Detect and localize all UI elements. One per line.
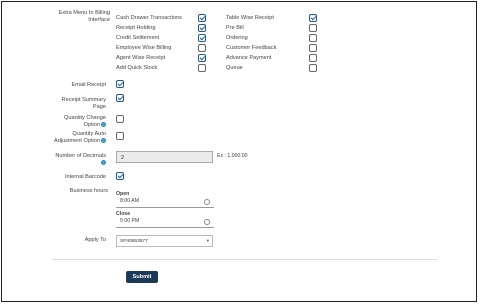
option-label: Employee Wise Billing xyxy=(116,45,172,51)
chevron-down-icon: ▾ xyxy=(206,238,209,243)
internal-barcode-label: Internal Barcode xyxy=(64,174,106,180)
open-time-input[interactable]: 8:00 AM xyxy=(116,196,213,207)
quantity-change-option-checkbox[interactable] xyxy=(116,115,124,123)
quantity-auto-adjustment-text: Quantity Auto Adjustment Option xyxy=(53,131,106,144)
option-label: Receipt Holding xyxy=(116,25,156,31)
option-checkbox[interactable] xyxy=(309,64,317,72)
internal-barcode-checkbox[interactable] xyxy=(116,172,124,180)
option-checkbox[interactable] xyxy=(309,44,317,52)
option-checkbox[interactable] xyxy=(198,24,206,32)
help-icon[interactable]: ? xyxy=(101,160,106,166)
quantity-auto-adjustment-label: Quantity Auto Adjustment Option? xyxy=(50,131,106,145)
submit-button[interactable]: Submit xyxy=(126,271,158,283)
open-time-underline xyxy=(116,207,214,208)
clock-icon[interactable] xyxy=(204,218,210,225)
extra-menu-label: Extra Menu In Billing Interface xyxy=(58,10,110,23)
close-time-underline xyxy=(116,227,214,228)
option-checkbox[interactable] xyxy=(309,54,317,62)
number-of-decimals-label: Number of Decimals? xyxy=(50,153,106,167)
option-checkbox[interactable] xyxy=(309,24,317,32)
section-divider xyxy=(52,259,437,260)
quantity-change-option-label: Quantity Change Option? xyxy=(50,115,106,129)
option-label: Cash Drawer Transactions xyxy=(116,15,182,21)
option-label: Advance Payment xyxy=(226,55,272,61)
option-label: Queue xyxy=(226,65,243,71)
apply-to-label: Apply To xyxy=(84,237,106,243)
email-receipt-label: Email Receipt xyxy=(71,82,106,88)
option-checkbox[interactable] xyxy=(309,34,317,42)
open-time-value: 8:00 AM xyxy=(120,198,140,204)
close-time-input[interactable]: 5:00 PM xyxy=(116,216,213,227)
option-label: Agent Wise Receipt xyxy=(116,55,166,61)
option-checkbox[interactable] xyxy=(198,64,206,72)
clock-icon[interactable] xyxy=(204,198,210,205)
help-icon[interactable]: ? xyxy=(101,138,106,144)
help-icon[interactable]: ? xyxy=(101,122,106,128)
option-label: Add Quick Stock xyxy=(116,65,158,71)
option-label: Credit Settlement xyxy=(116,35,160,41)
receipt-summary-page-label: Receipt Summary Page xyxy=(61,97,106,110)
option-label: Customer Feedback xyxy=(226,45,277,51)
apply-to-value: SP40653577 xyxy=(120,239,148,244)
option-label: Ordering xyxy=(226,35,248,41)
option-checkbox[interactable] xyxy=(198,14,206,22)
business-hours-label: Business hours xyxy=(69,188,108,194)
email-receipt-checkbox[interactable] xyxy=(116,80,124,88)
quantity-change-option-text: Quantity Change Option xyxy=(64,115,106,128)
number-of-decimals-input[interactable]: 2 xyxy=(116,151,213,163)
decimals-example-text: Ex : 1,000.00 xyxy=(217,153,248,159)
apply-to-select[interactable]: SP40653577 ▾ xyxy=(116,235,213,247)
close-time-value: 5:00 PM xyxy=(120,218,140,224)
receipt-summary-page-checkbox[interactable] xyxy=(116,94,124,102)
option-label: Pre Bill xyxy=(226,25,244,31)
number-of-decimals-value: 2 xyxy=(121,155,125,161)
quantity-auto-adjustment-checkbox[interactable] xyxy=(116,132,124,140)
option-checkbox[interactable] xyxy=(198,54,206,62)
option-checkbox[interactable] xyxy=(309,14,317,22)
option-checkbox[interactable] xyxy=(198,44,206,52)
number-of-decimals-text: Number of Decimals xyxy=(55,153,106,159)
option-checkbox[interactable] xyxy=(198,34,206,42)
option-label: Table Wise Receipt xyxy=(226,15,274,21)
